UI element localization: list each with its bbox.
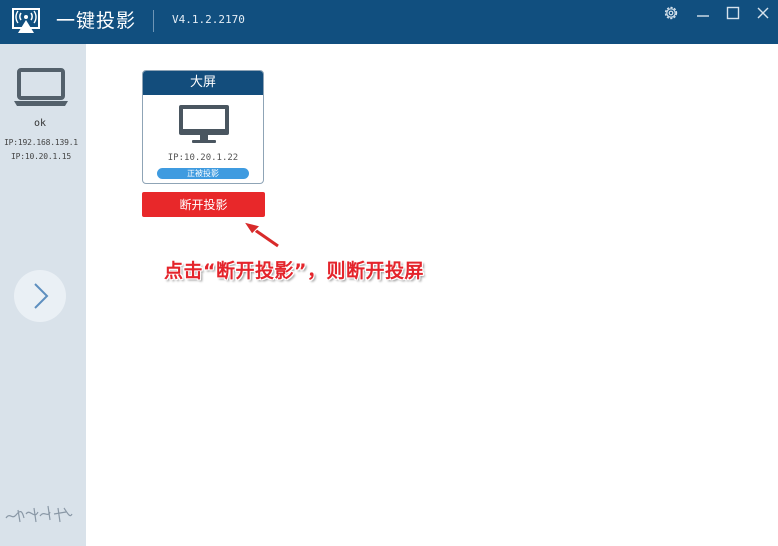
device-card-title: 大屏 — [143, 71, 263, 95]
settings-button[interactable] — [662, 4, 680, 22]
signature — [5, 505, 73, 523]
monitor-icon — [179, 105, 229, 143]
laptop-icon — [14, 68, 68, 106]
disconnect-button[interactable]: 断开投影 — [142, 192, 265, 217]
close-button[interactable] — [754, 4, 772, 22]
minimize-button[interactable] — [694, 4, 712, 22]
local-device-ip: IP:10.20.1.15 — [10, 152, 71, 161]
app-version: V4.1.2.2170 — [172, 13, 245, 26]
device-card[interactable]: 大屏 IP:10.20.1.22 正被投影 — [142, 70, 264, 184]
annotation-arrow-icon — [242, 221, 280, 249]
app-title: 一键投影 — [56, 10, 137, 32]
cast-logo-icon — [12, 8, 40, 33]
gear-icon — [664, 6, 678, 20]
minimize-icon — [697, 15, 709, 17]
next-button[interactable] — [14, 270, 66, 322]
sidebar: ok IP:192.168.139.1 IP:10.20.1.15 — [0, 44, 86, 546]
local-device-name: ok — [33, 118, 47, 129]
chevron-right-icon — [34, 283, 49, 309]
annotation-text: 点击“断开投影”，则断开投屏 — [164, 260, 424, 282]
local-device-ip: IP:192.168.139.1 — [4, 138, 78, 147]
maximize-button[interactable] — [724, 4, 742, 22]
maximize-icon — [726, 6, 740, 20]
status-badge: 正被投影 — [157, 168, 249, 179]
close-icon — [757, 7, 769, 19]
device-card-ip: IP:10.20.1.22 — [167, 153, 239, 163]
title-divider — [153, 10, 154, 32]
title-bar: 一键投影 V4.1.2.2170 — [0, 0, 778, 44]
